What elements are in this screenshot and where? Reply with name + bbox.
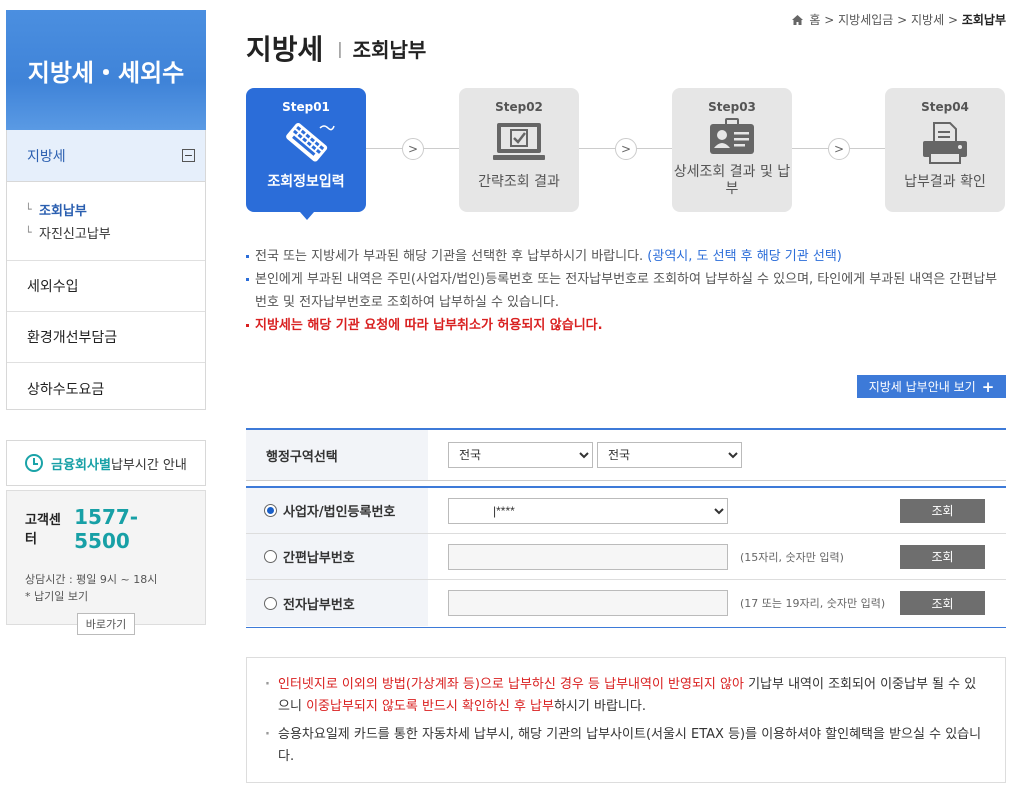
region-select-province[interactable]: 전국 — [448, 442, 593, 468]
sidebar-item-environment-charge[interactable]: 환경개선부담금 — [7, 312, 205, 363]
chevron-right-icon: > — [615, 138, 637, 160]
radio-business-number[interactable] — [264, 504, 277, 517]
step-4: Step04 납부결과 확인 — [885, 88, 1005, 212]
caution-item: 승용차요일제 카드를 통한 자동차세 납부시, 해당 기관의 납부사이트(서울시… — [265, 724, 985, 768]
step-2: Step02 간략조회 결과 — [459, 88, 579, 212]
payment-time-notice-link[interactable]: 금융회사별 납부시간 안내 — [6, 440, 206, 486]
payment-guide-button[interactable]: 지방세 납부안내 보기 + — [857, 375, 1006, 398]
step-3: Step03 상세조회 결과 및 납부 — [672, 88, 792, 212]
lookup-form: 사업자/법인등록번호 |**** 조회 간편납부번호 (15자리, 숫자만 입력… — [246, 486, 1006, 628]
branch-icon: └ — [25, 226, 32, 239]
title-divider: | — [337, 38, 343, 58]
caution-box: 인터넷지로 이외의 방법(가상계좌 등)으로 납부하신 경우 등 납부내역이 반… — [246, 657, 1006, 783]
breadcrumb-item[interactable]: 지방세입금 — [838, 11, 893, 28]
info-item-warning: 지방세는 해당 기관 요청에 따라 납부취소가 허용되지 않습니다. — [246, 314, 1006, 337]
id-card-icon — [672, 118, 792, 158]
clock-icon — [25, 454, 44, 472]
consult-hours: 상담시간 : 평일 9시 ~ 18시 — [25, 573, 158, 586]
plus-icon: + — [981, 377, 995, 396]
sidebar-item-water-bill[interactable]: 상하수도요금 — [7, 363, 205, 414]
sidebar-item-label: 지방세 — [27, 148, 66, 165]
sidebar-subitem-self-report[interactable]: └ 자진신고납부 — [25, 221, 205, 244]
due-date-note: * 납기일 보기 — [25, 590, 89, 603]
info-item: 본인에게 부과된 내역은 주민(사업자/법인)등록번호 또는 전자납부번호로 조… — [246, 268, 1006, 314]
go-button[interactable]: 바로가기 — [77, 613, 135, 635]
branch-icon: └ — [25, 203, 32, 216]
page-title-main: 지방세 — [246, 33, 324, 66]
keyboard-icon — [246, 118, 366, 168]
page-title: 지방세 | 조회납부 — [246, 28, 426, 68]
chevron-right-icon: > — [402, 138, 424, 160]
customer-center: 고객센터 1577-5500 상담시간 : 평일 9시 ~ 18시 * 납기일 … — [6, 490, 206, 635]
sidebar-item-non-tax-revenue[interactable]: 세외수입 — [7, 261, 205, 312]
lookup-row: 전자납부번호 (17 또는 19자리, 숫자만 입력) 조회 — [246, 580, 1006, 626]
home-icon — [792, 14, 804, 25]
info-list: 전국 또는 지방세가 부과된 해당 기관을 선택한 후 납부하시기 바랍니다. … — [246, 245, 1006, 337]
lookup-button[interactable]: 조회 — [900, 498, 985, 523]
sidebar-heading: 지방세・세외수 — [6, 10, 206, 130]
lookup-row: 사업자/법인등록번호 |**** 조회 — [246, 488, 1006, 534]
electronic-payment-number-input[interactable] — [448, 590, 728, 616]
sidebar-item-local-tax[interactable]: 지방세 − — [7, 130, 205, 182]
sidebar-menu: 지방세 − └ 조회납부 └ 자진신고납부 세외수입 환경개선부담금 상하수도요… — [6, 130, 206, 410]
sidebar-submenu: └ 조회납부 └ 자진신고납부 — [7, 182, 205, 261]
monitor-check-icon — [459, 118, 579, 168]
breadcrumb-current: 조회납부 — [961, 13, 1006, 27]
customer-center-phone: 1577-5500 — [74, 505, 139, 553]
printer-icon — [885, 118, 1005, 168]
breadcrumb-home[interactable]: 홈 — [809, 11, 820, 28]
radio-electronic-payment-number[interactable] — [264, 596, 277, 610]
sidebar-subitem-inquiry-payment[interactable]: └ 조회납부 — [25, 198, 205, 221]
breadcrumb: 홈 > 지방세입금 > 지방세 > 조회납부 — [792, 11, 1006, 28]
region-select-agency[interactable]: 전국 — [597, 442, 742, 468]
simple-payment-number-input[interactable] — [448, 543, 728, 570]
breadcrumb-item[interactable]: 지방세 — [911, 11, 944, 28]
customer-center-label: 고객센터 — [25, 513, 61, 547]
collapse-icon[interactable]: − — [182, 149, 195, 162]
page-title-sub: 조회납부 — [352, 37, 427, 62]
business-number-select[interactable]: |**** — [448, 497, 728, 524]
lookup-row: 간편납부번호 (15자리, 숫자만 입력) 조회 — [246, 534, 1006, 580]
caution-item: 인터넷지로 이외의 방법(가상계좌 등)으로 납부하신 경우 등 납부내역이 반… — [265, 674, 985, 718]
radio-simple-payment-number[interactable] — [264, 550, 277, 563]
chevron-right-icon: > — [828, 138, 850, 160]
region-label: 행정구역선택 — [246, 430, 428, 480]
lookup-button[interactable]: 조회 — [900, 591, 985, 615]
info-item: 전국 또는 지방세가 부과된 해당 기관을 선택한 후 납부하시기 바랍니다. … — [246, 245, 1006, 268]
region-select-row: 행정구역선택 전국 전국 — [246, 428, 1006, 481]
lookup-button[interactable]: 조회 — [900, 544, 985, 569]
step-1: Step01 조회정보입력 — [246, 88, 366, 220]
